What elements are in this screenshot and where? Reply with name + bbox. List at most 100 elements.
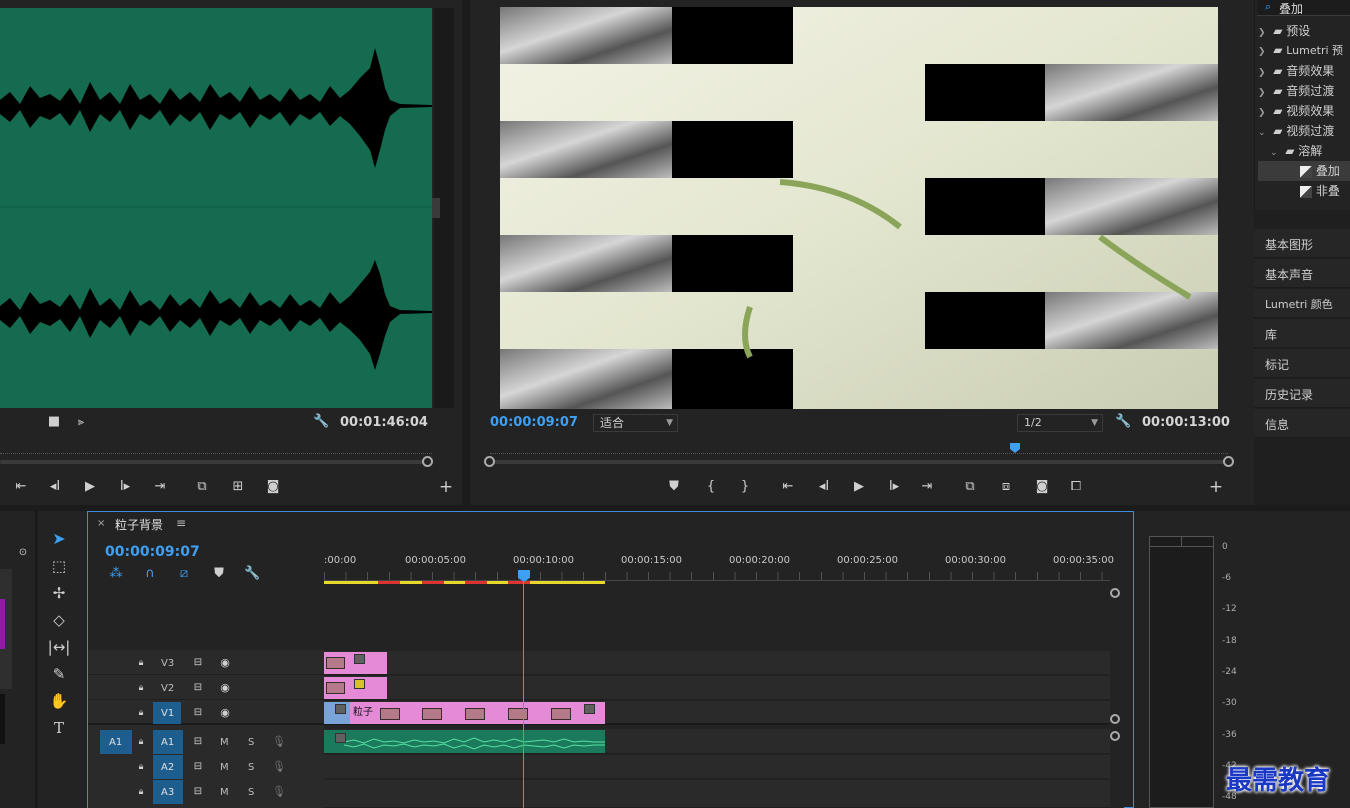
timeline-vscroll-handle[interactable] [1110,731,1120,741]
transition-marker[interactable] [422,708,442,720]
solo-button[interactable]: S [248,737,254,748]
audio-waveform-view[interactable] [0,8,432,408]
program-current-timecode[interactable]: 00:00:09:07 [490,415,578,430]
microphone-icon[interactable]: 🎙︎ [272,784,286,800]
lock-icon[interactable]: 🔒︎ [136,680,146,696]
razor-tool-icon[interactable]: ◇ [47,609,71,631]
add-button-icon[interactable]: + [438,479,454,496]
timeline-timecode[interactable]: 00:00:09:07 [105,544,200,560]
effects-tree-item[interactable]: ⌄ ▰ 视频过渡 [1258,122,1350,142]
timeline-vscroll-handle[interactable] [1110,714,1120,724]
program-scroll-end[interactable] [1223,456,1234,467]
effects-tree-item[interactable]: 非叠 [1300,182,1350,202]
timeline-menu-icon[interactable]: ≡ [176,516,186,530]
add-marker-icon[interactable]: ⛊ [667,479,681,495]
sync-lock-icon[interactable]: ⊟ [191,705,205,721]
track-label-a3[interactable]: A3 [161,787,174,798]
fit-dropdown[interactable]: 适合 ▼ [593,414,678,432]
slip-tool-icon[interactable]: |↔| [47,636,71,658]
microphone-icon[interactable]: 🎙︎ [272,734,286,750]
program-time-ruler[interactable] [490,444,1228,454]
effects-tree-item[interactable]: ⌄ ▰ 溶解 [1270,142,1350,162]
mark-out-icon[interactable]: } [738,479,752,495]
source-scrollbar[interactable] [0,460,424,464]
microphone-icon[interactable]: 🎙︎ [272,759,286,775]
nest-sequence-icon[interactable]: ⁂ [108,566,124,582]
panel-markers[interactable]: 标记 [1254,349,1350,378]
timeline-vscroll-track[interactable] [1110,590,1124,808]
track-lane-v2[interactable] [324,676,1110,700]
transition-marker[interactable] [551,708,571,720]
clip-a1[interactable] [324,730,605,753]
source-timecode[interactable]: 00:01:46:04 [340,415,428,430]
track-select-tool-icon[interactable]: ⬚ [47,555,71,577]
mute-button[interactable]: M [220,762,229,773]
track-lane-v3[interactable] [324,651,1110,675]
linked-selection-icon[interactable]: ⧄ [176,566,192,582]
hand-tool-icon[interactable]: ✋ [47,690,71,712]
extract-icon[interactable]: ⧈ [996,479,1016,495]
effects-search-field[interactable]: ⌕ 叠加 [1257,0,1350,16]
panel-essential-sound[interactable]: 基本声音 [1254,259,1350,288]
snap-icon[interactable]: ∩ [142,566,158,582]
track-label-v2[interactable]: V2 [161,683,174,694]
export-frame-icon[interactable]: ◙ [264,479,282,495]
lock-icon[interactable]: 🔒︎ [136,759,146,775]
go-to-out-icon[interactable]: ⇥ [918,479,936,495]
timeline-settings-icon[interactable]: 🔧 [244,566,260,582]
track-lane-a2[interactable] [324,755,1110,779]
lock-icon[interactable]: 🔒︎ [136,705,146,721]
eye-icon[interactable]: ◉ [218,655,232,671]
sync-lock-icon[interactable]: ⊟ [191,655,205,671]
timeline-vscroll-handle[interactable] [1110,588,1120,598]
lock-icon[interactable]: 🔒︎ [136,655,146,671]
step-back-icon[interactable]: ◂I [815,479,833,495]
close-icon[interactable]: ⊙ [18,545,28,561]
solo-button[interactable]: S [248,787,254,798]
pen-tool-icon[interactable]: ✎ [47,663,71,685]
program-video-frame[interactable] [500,7,1218,409]
add-marker-icon[interactable]: ⛊ [211,566,227,582]
sync-lock-icon[interactable]: ⊟ [191,734,205,750]
panel-history[interactable]: 历史记录 [1254,379,1350,408]
step-forward-icon[interactable]: I▸ [117,479,133,495]
effects-tree-item[interactable]: ❯ ▰ 音频过渡 [1258,82,1350,102]
drag-audio-icon[interactable]: ⫸ [72,414,90,430]
source-scroll-handle[interactable] [422,456,433,467]
mark-in-icon[interactable]: { [704,479,718,495]
transition-marker[interactable] [465,708,485,720]
panel-divider[interactable] [462,0,470,505]
eye-icon[interactable]: ◉ [218,705,232,721]
ripple-edit-tool-icon[interactable]: ✢ [47,582,71,604]
program-scrollbar[interactable] [494,460,1224,464]
mute-button[interactable]: M [220,787,229,798]
effects-tree-item[interactable]: ❯ ▰ Lumetri 预 [1258,42,1350,62]
timeline-tab-title[interactable]: 粒子背景 [115,516,163,533]
lift-icon[interactable]: ⧉ [960,479,980,495]
panel-libraries[interactable]: 库 [1254,319,1350,348]
sync-lock-icon[interactable]: ⊟ [191,680,205,696]
track-label-v1[interactable]: V1 [161,708,174,719]
transition-marker[interactable] [508,708,528,720]
resolution-dropdown[interactable]: 1/2 ▼ [1017,414,1103,432]
effects-tree-item[interactable]: ❯ ▰ 视频效果 [1258,102,1350,122]
sync-lock-icon[interactable]: ⊟ [191,759,205,775]
solo-button[interactable]: S [248,762,254,773]
step-back-icon[interactable]: ◂I [47,479,63,495]
wrench-icon[interactable]: 🔧 [1115,414,1131,430]
go-to-in-icon[interactable]: ⇤ [779,479,797,495]
track-label-v3[interactable]: V3 [161,658,174,669]
step-forward-icon[interactable]: I▸ [885,479,903,495]
effects-tree-item[interactable]: ❯ ▰ 预设 [1258,22,1350,42]
play-icon[interactable]: ▶ [82,479,98,495]
effects-tree-item[interactable]: ❯ ▰ 音频效果 [1258,62,1350,82]
track-label-a1[interactable]: A1 [161,737,174,748]
transition-marker[interactable] [380,708,400,720]
mark-in-icon[interactable]: ⇤ [12,479,30,495]
play-icon[interactable]: ▶ [851,479,867,495]
source-time-ruler[interactable] [0,444,432,454]
export-frame-icon[interactable]: ◙ [1033,479,1051,495]
comparison-view-icon[interactable]: ⧠ [1066,479,1086,495]
panel-essential-graphics[interactable]: 基本图形 [1254,229,1350,258]
overwrite-icon[interactable]: ⊞ [228,479,248,495]
